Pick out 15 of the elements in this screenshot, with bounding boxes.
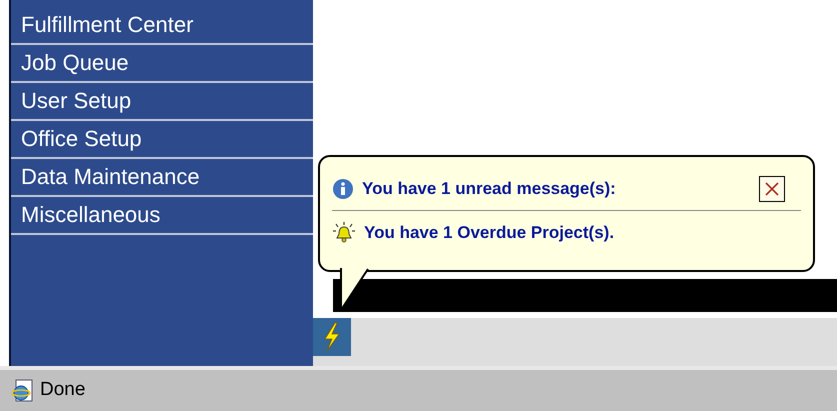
sidebar-item[interactable]: Data Maintenance bbox=[11, 159, 313, 197]
browser-page-icon bbox=[12, 378, 34, 402]
bell-icon bbox=[332, 221, 356, 245]
sidebar-item[interactable]: Miscellaneous bbox=[11, 197, 313, 235]
notification-message[interactable]: You have 1 Overdue Project(s). bbox=[364, 220, 614, 246]
sidebar-item[interactable]: Office Setup bbox=[11, 121, 313, 159]
sidebar-item[interactable]: User Setup bbox=[11, 83, 313, 121]
status-text: Done bbox=[40, 378, 86, 402]
sidebar-item[interactable]: Fulfillment Center bbox=[11, 7, 313, 45]
close-button[interactable] bbox=[759, 176, 785, 202]
close-icon bbox=[764, 180, 780, 196]
sidebar-item[interactable]: Job Queue bbox=[11, 45, 313, 83]
info-icon bbox=[332, 178, 354, 200]
notification-message[interactable]: You have 1 unread message(s): bbox=[362, 176, 616, 202]
lightning-button[interactable] bbox=[313, 318, 351, 356]
